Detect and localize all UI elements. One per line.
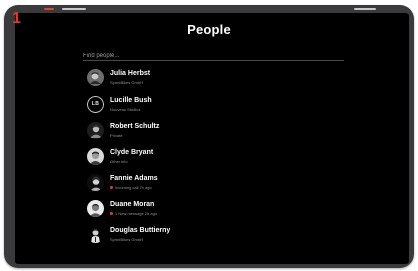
person-name: Clyde Bryant [110, 149, 154, 156]
avatar [87, 148, 104, 165]
person-name: Douglas Buttierny [110, 227, 171, 234]
avatar [87, 122, 104, 139]
list-item[interactable]: Clyde Bryant Other info [87, 148, 347, 170]
volume-button [44, 8, 54, 10]
list-item[interactable]: Robert Schultz Private [87, 122, 347, 144]
page-title: People [187, 22, 231, 37]
person-subtitle: Other info [110, 159, 128, 164]
person-name: Robert Schultz [110, 123, 160, 130]
list-item[interactable]: LB Lucille Bush Nouveau Studios [87, 96, 347, 118]
list-item[interactable]: Julia Herbst SprintBikes GmbH [87, 69, 347, 91]
person-subtitle: Incoming call 7h ago [110, 185, 152, 190]
status-dot [110, 185, 113, 189]
person-subtitle: SprintBikes GmbH [110, 80, 143, 85]
search-input[interactable] [83, 49, 344, 63]
person-subtitle: Nouveau Studios [110, 107, 141, 112]
list-item[interactable]: Douglas Buttierny SprintBikes GmbH [87, 226, 347, 248]
person-name: Duane Moran [110, 201, 155, 208]
person-name: Lucille Bush [110, 97, 152, 104]
person-subtitle: Private [110, 133, 123, 138]
avatar: LB [87, 96, 104, 113]
volume-button [62, 8, 86, 10]
search-bar [83, 44, 344, 63]
power-button [354, 8, 376, 10]
avatar [87, 200, 104, 217]
list-item[interactable]: Duane Moran 1 New message 2h ago [87, 200, 347, 222]
avatar-initials: LB [87, 96, 104, 113]
avatar [87, 226, 104, 243]
list-item[interactable]: Fannie Adams Incoming call 7h ago [87, 174, 347, 196]
person-subtitle: SprintBikes GmbH [110, 237, 143, 242]
status-dot [110, 211, 113, 215]
avatar [87, 69, 104, 86]
avatar [87, 174, 104, 191]
person-subtitle: 1 New message 2h ago [110, 211, 157, 216]
person-name: Fannie Adams [110, 175, 158, 182]
person-name: Julia Herbst [110, 70, 151, 77]
